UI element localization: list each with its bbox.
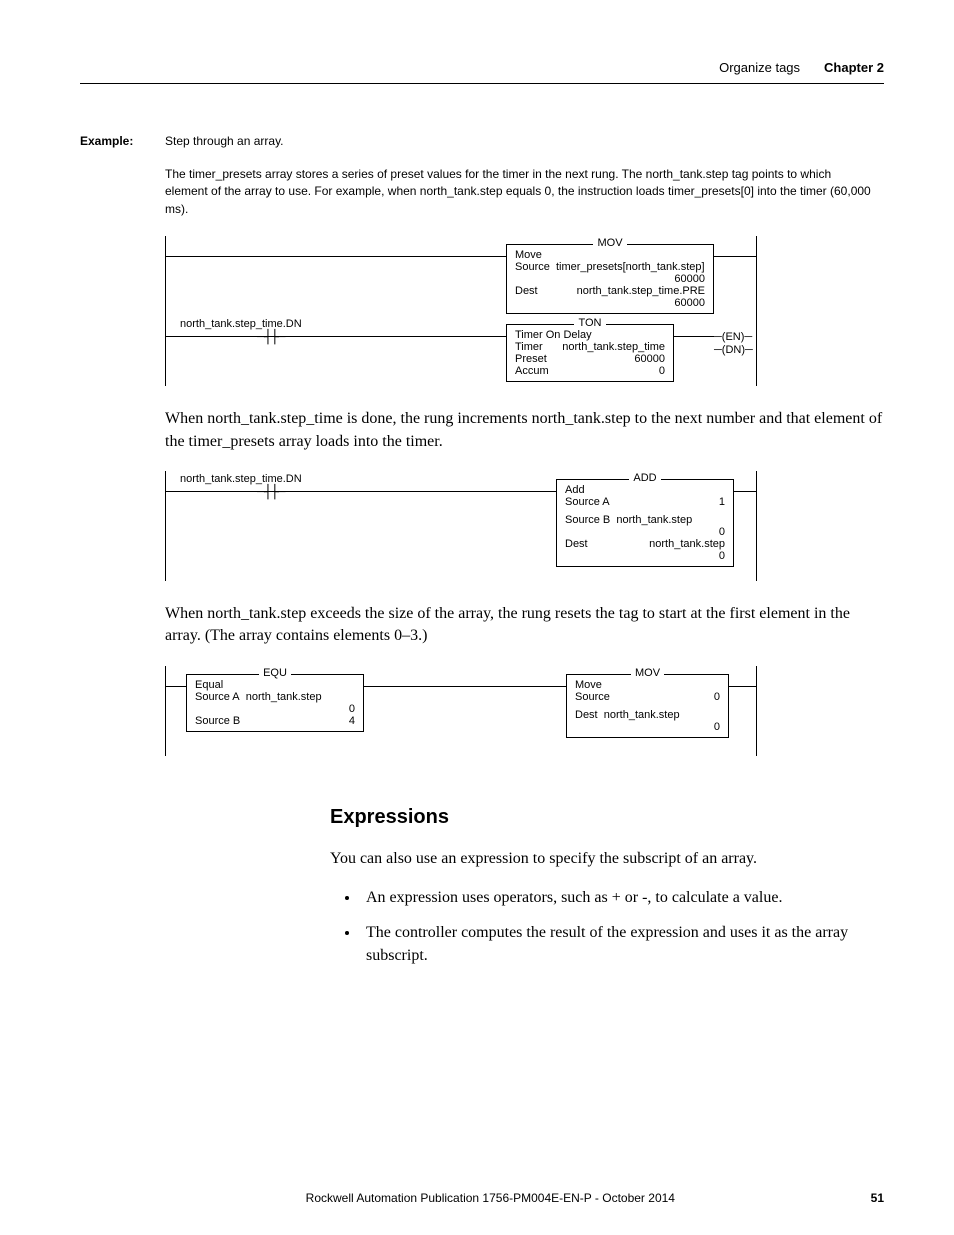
example-label: Example: xyxy=(80,134,135,148)
example-header: Example: Step through an array. xyxy=(80,134,884,148)
mov2-l1: Move xyxy=(575,679,720,691)
page-number: 51 xyxy=(871,1191,884,1205)
equ-l1: Equal xyxy=(195,679,355,691)
page: Organize tags Chapter 2 Example: Step th… xyxy=(0,0,954,1235)
header-chapter: Chapter 2 xyxy=(824,60,884,75)
equ-op: EQU xyxy=(259,667,291,679)
header-section: Organize tags xyxy=(719,60,800,75)
mov-l1: Move xyxy=(515,249,705,261)
expressions-bullets: An expression uses operators, such as + … xyxy=(330,886,864,968)
contact-tag: north_tank.step_time.DN xyxy=(180,318,302,330)
ladder-diagram-1: MOV Move Source timer_presets[north_tank… xyxy=(165,236,884,386)
bullet-2: The controller computes the result of th… xyxy=(360,921,864,967)
mov-op: MOV xyxy=(593,237,626,249)
example-description: The timer_presets array stores a series … xyxy=(165,166,874,218)
add-op: ADD xyxy=(629,472,660,484)
expressions-intro: You can also use an expression to specif… xyxy=(330,847,864,870)
ladder-diagram-2: north_tank.step_time.DN ─┤├─ ADD Add Sou… xyxy=(165,471,884,581)
paragraph-1: When north_tank.step_time is done, the r… xyxy=(165,408,884,453)
mov2-op: MOV xyxy=(631,667,664,679)
footer-line: Rockwell Automation Publication 1756-PM0… xyxy=(110,1191,871,1205)
xio-icon: ─┤├─ xyxy=(240,330,302,345)
expressions-heading: Expressions xyxy=(330,806,884,829)
ladder-diagram-3: EQU Equal Source A north_tank.step 0 Sou… xyxy=(165,666,884,756)
header: Organize tags Chapter 2 xyxy=(80,60,884,84)
contact-tag-2: north_tank.step_time.DN xyxy=(180,473,302,485)
bullet-1: An expression uses operators, such as + … xyxy=(360,886,864,909)
ton-l1: Timer On Delay xyxy=(515,329,665,341)
footer: Rockwell Automation Publication 1756-PM0… xyxy=(80,1191,884,1205)
example-title: Step through an array. xyxy=(165,134,284,148)
ton-op: TON xyxy=(574,317,605,329)
add-l1: Add xyxy=(565,484,725,496)
paragraph-2: When north_tank.step exceeds the size of… xyxy=(165,603,884,648)
xio-icon-2: ─┤├─ xyxy=(240,485,302,500)
